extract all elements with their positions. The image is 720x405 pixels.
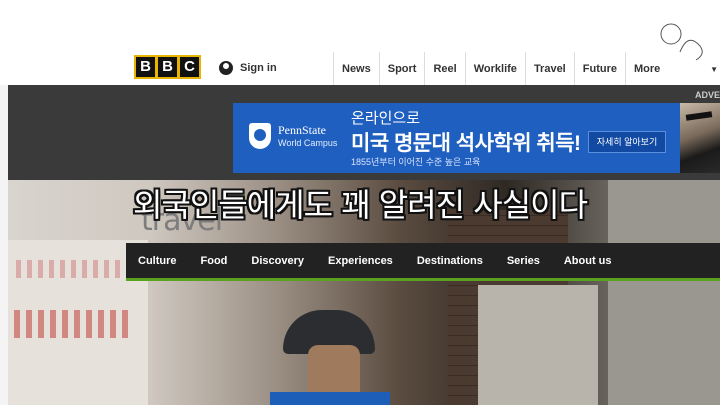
nav-item-reel[interactable]: Reel [424, 52, 464, 86]
nav-item-sport[interactable]: Sport [378, 52, 425, 86]
banner-ad[interactable]: PennState World Campus 온라인으로 미국 명문대 석사학위… [233, 103, 720, 173]
video-caption: 외국인들에게도 꽤 알려진 사실이다 [132, 186, 588, 224]
storefront-lettering [14, 310, 134, 338]
ad-graduate-photo [680, 103, 720, 173]
chevron-down-icon: ▼ [710, 64, 718, 74]
channel-watermark-icon [659, 22, 705, 62]
storefront-lettering [16, 260, 126, 278]
subnav-item-destinations[interactable]: Destinations [405, 255, 495, 267]
bbc-logo[interactable]: B B C [134, 55, 201, 79]
ad-subline: 1855년부터 이어진 수준 높은 교육 [351, 157, 481, 167]
subnav-item-culture[interactable]: Culture [126, 255, 189, 267]
nav-item-news[interactable]: News [333, 52, 379, 86]
subnav-item-series[interactable]: Series [495, 255, 552, 267]
wall-poster [478, 285, 598, 405]
bbc-logo-letter: C [180, 57, 199, 77]
rider-jacket [270, 392, 390, 405]
video-frame: B B C Sign in News Sport Reel Worklife T… [0, 0, 720, 405]
avatar-icon [219, 61, 233, 75]
subnav-item-about-us[interactable]: About us [552, 255, 624, 267]
left-edge [0, 85, 8, 405]
nav-item-travel[interactable]: Travel [524, 52, 574, 86]
bbc-logo-letter: B [158, 57, 177, 77]
pennstate-shield-icon [249, 123, 271, 149]
advertisement-label: ADVE [694, 90, 720, 100]
sign-in-label: Sign in [240, 62, 277, 74]
ad-cta-button[interactable]: 자세히 알아보기 [588, 131, 666, 153]
subnav-item-food[interactable]: Food [189, 255, 240, 267]
travel-subnav: Culture Food Discovery Experiences Desti… [126, 243, 720, 281]
ad-brand-sub: World Campus [278, 138, 338, 148]
ad-brand-name: PennState [278, 123, 326, 137]
nav-item-worklife[interactable]: Worklife [464, 52, 525, 86]
sign-in-link[interactable]: Sign in [219, 61, 277, 75]
subnav-item-discovery[interactable]: Discovery [239, 255, 316, 267]
nav-item-future[interactable]: Future [573, 52, 625, 86]
subnav-item-experiences[interactable]: Experiences [316, 255, 405, 267]
ad-headline-top: 온라인으로 [351, 110, 421, 127]
ad-headline-main: 미국 명문대 석사학위 취득! [351, 132, 581, 155]
bbc-logo-letter: B [136, 57, 155, 77]
